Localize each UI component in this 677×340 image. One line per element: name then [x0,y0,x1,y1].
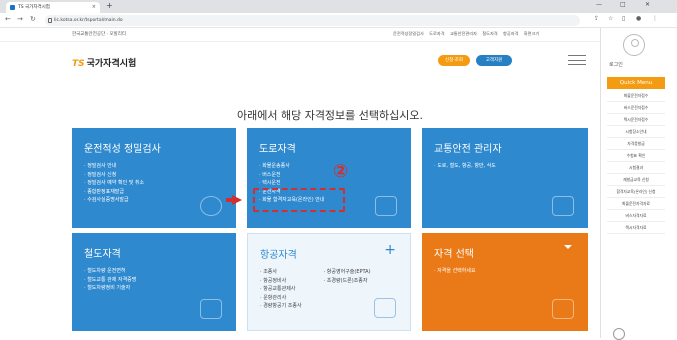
card-link[interactable]: · 정밀검사 안내 [84,162,224,171]
card-link[interactable]: · 항공정비사 [260,277,302,286]
logo-mark: TS [72,59,85,69]
card-title: 운전적성 정밀검사 [84,144,161,155]
dropdown-caret-icon[interactable] [564,245,572,249]
site-logo[interactable]: TS 국가자격시험 [72,56,136,69]
site-favicon-icon [10,5,15,10]
quick-menu-item[interactable]: 화물운전자접수 [607,90,665,102]
quick-menu-item[interactable]: 재발급교육 신청 [607,174,665,186]
card-link[interactable]: · 초경량(드론)조종자 [324,277,371,286]
user-avatar-icon[interactable] [623,34,645,56]
logo-text: 국가자격시험 [86,59,137,69]
card-link[interactable]: · 택시운전 [259,179,399,188]
card-aptitude[interactable]: 운전적성 정밀검사 · 정밀검사 안내 · 정밀검사 신청 · 정밀검사 예약 … [72,128,236,228]
card-title: 철도자격 [84,249,121,260]
steering-wheel-icon [200,196,222,216]
quick-menu-item[interactable]: 시험결과 [607,162,665,174]
card-link[interactable]: · 항공영어구술(EPTA) [324,268,371,277]
card-link[interactable]: · 철도차량 운전면허 [84,267,224,276]
address-bar: ← → ↻ lic.kotsa.or.kr/tsportal/main.do ⇪… [0,13,677,28]
card-road[interactable]: 도로자격 · 화물운송종사 · 버스운전 · 택시운전 · 운전자격 · 화물 … [247,128,411,228]
quick-menu-item[interactable]: 택시운전자접수 [607,114,665,126]
quick-menu-item[interactable]: 시험장소안내 [607,126,665,138]
card-title: 교통안전 관리자 [434,144,502,155]
util-link[interactable]: 운전적성정밀검사 [393,31,424,36]
profile-icon[interactable]: ● [636,15,641,22]
traffic-cone-icon [552,196,574,216]
util-link[interactable]: 항공자격 [503,31,518,36]
card-link[interactable]: · 운항관리사 [260,294,302,303]
card-safety-manager[interactable]: 교통안전 관리자 · 도로, 철도, 항공, 항만, 삭도 [422,128,588,228]
card-link[interactable]: · 경량항공기 조종사 [260,302,302,311]
minimize-button[interactable]: — [596,1,602,8]
org-name: 한국교통안전공단 · 모빌리티 [72,32,126,37]
browser-tab[interactable]: TS 국가자격시험 × [6,2,100,13]
monitor-icon [552,299,574,319]
card-title: 항공자격 [260,250,297,261]
utility-bar: 한국교통안전공단 · 모빌리티 운전적성정밀검사 도로자격 교통안전관리자 철도… [0,28,600,42]
page-title: 아래에서 해당 자격정보를 선택하십시오. [236,109,424,122]
train-icon [200,299,222,319]
util-link[interactable]: 화면크기 [524,31,539,36]
quick-menu-item[interactable]: 합격자교육(온라인) 신청 [607,186,665,198]
quick-menu-item[interactable]: 택시자격자료 [607,222,665,234]
maximize-button[interactable]: □ [620,1,626,8]
sidepanel-icon[interactable]: ▯ [622,15,625,22]
login-link[interactable]: 로그인 [609,61,623,68]
quick-menu-item[interactable]: 버스자격자료 [607,210,665,222]
forward-arrow-icon[interactable]: → [17,15,23,23]
customer-support-button[interactable]: 고객지원 [476,55,512,66]
hamburger-menu-icon[interactable] [568,55,586,65]
util-link[interactable]: 도로자격 [429,31,444,36]
window-close-button[interactable]: ✕ [645,1,650,8]
browser-tabbar: TS 국가자격시험 × + — □ ✕ [0,0,677,13]
card-link[interactable]: · 정밀검사 예약 확인 및 취소 [84,179,224,188]
quick-menu-item[interactable]: 수험표 확인 [607,150,665,162]
close-tab-icon[interactable]: × [92,2,96,13]
tab-title: TS 국가자격시험 [18,5,50,10]
quick-sidebar: 로그인 Quick Menu 화물운전자접수 버스운전자접수 택시운전자접수 시… [600,28,677,340]
select-prompt[interactable]: · 자격을 선택하세요 [434,267,576,276]
browser-menu-icon[interactable]: ⋮ [652,15,658,22]
annotation-dashed-box [253,188,345,212]
airplane-icon [374,298,396,318]
scroll-top-icon[interactable] [613,328,625,340]
card-select-qualification[interactable]: 자격 선택 · 자격을 선택하세요 [422,233,588,331]
apply-button[interactable]: 신청·조회 [438,55,470,66]
card-title: 자격 선택 [434,249,474,260]
quick-menu-item[interactable]: 자격증발급 [607,138,665,150]
bookmark-star-icon[interactable]: ☆ [608,15,613,22]
card-title: 도로자격 [259,144,296,155]
road-icon [375,196,397,216]
card-link[interactable]: · 도로, 철도, 항공, 항만, 삭도 [434,162,576,171]
card-link[interactable]: · 철도교통 관제 자격증명 [84,276,224,285]
card-link[interactable]: · 버스운전 [259,171,399,180]
card-rail[interactable]: 철도자격 · 철도차량 운전면허 · 철도교통 관제 자격증명 · 철도차량정비… [72,233,236,331]
quick-menu-item[interactable]: 버스운전자접수 [607,102,665,114]
util-link[interactable]: 철도자격 [482,31,497,36]
card-link[interactable]: · 화물운송종사 [259,162,399,171]
share-icon[interactable]: ⇪ [594,15,599,22]
url-field[interactable]: lic.kotsa.or.kr/tsportal/main.do [45,15,580,26]
card-link[interactable]: · 종합판정표재발급 [84,188,224,197]
url-text: lic.kotsa.or.kr/tsportal/main.do [54,18,123,23]
utility-links: 운전적성정밀검사 도로자격 교통안전관리자 철도자격 항공자격 화면크기 [393,31,543,37]
card-link[interactable]: · 항공교통관제사 [260,285,302,294]
card-aviation[interactable]: 항공자격 + · 조종사 · 항공정비사 · 항공교통관제사 · 운항관리사 ·… [247,233,411,331]
lock-icon [48,18,52,23]
quick-menu-title: Quick Menu [607,77,665,89]
new-tab-button[interactable]: + [106,1,113,10]
quick-menu-item[interactable]: 화물운전자격자료 [607,198,665,210]
card-link[interactable]: · 철도차량정비 기술자 [84,284,224,293]
annotation-marker: ② [333,161,349,182]
expand-plus-icon[interactable]: + [384,242,396,258]
annotation-arrow-icon [232,195,242,205]
util-link[interactable]: 교통안전관리자 [450,31,477,36]
card-link[interactable]: · 조종사 [260,268,302,277]
card-link[interactable]: · 정밀검사 신청 [84,171,224,180]
reload-icon[interactable]: ↻ [30,15,36,23]
back-arrow-icon[interactable]: ← [5,15,11,23]
site-header: TS 국가자격시험 신청·조회 고객지원 [0,42,600,82]
